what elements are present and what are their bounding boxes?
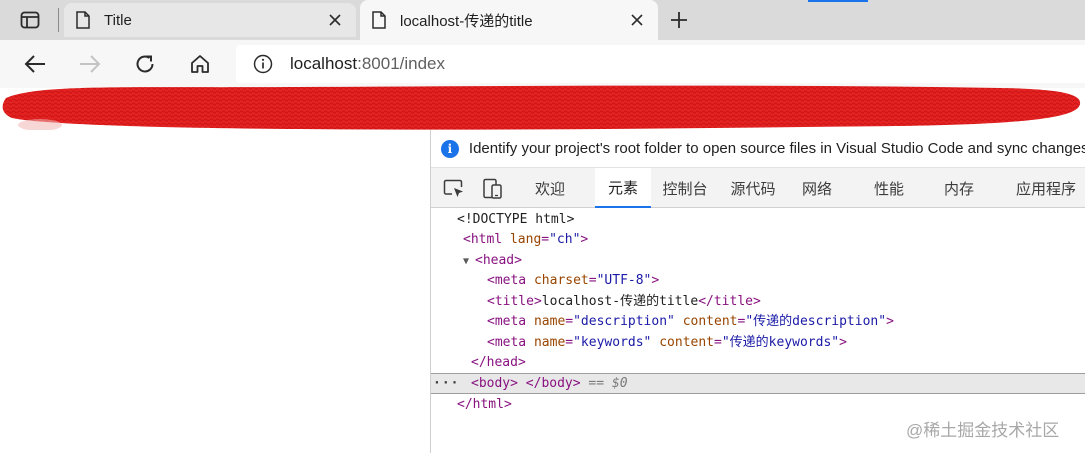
more-actions-icon[interactable]: ··· <box>433 374 459 394</box>
tab-title: localhost-传递的title <box>400 12 533 30</box>
watermark: @稀土掘金技术社区 <box>906 421 1060 440</box>
tag-name: head <box>482 253 515 268</box>
title-text: localhost-传递的title <box>541 294 699 309</box>
dom-node-meta-charset[interactable]: <meta charset="UTF-8"> <box>431 271 1085 291</box>
doctype-text: <!DOCTYPE html> <box>457 212 575 227</box>
attr-name: lang <box>509 232 542 247</box>
tab-strip-accent <box>808 0 868 2</box>
selected-node-ref: == $0 <box>588 376 628 391</box>
home-icon <box>191 55 209 73</box>
workspaces-icon <box>20 11 40 29</box>
attr-value: "ch" <box>549 232 581 247</box>
tab-performance[interactable]: 性能 <box>867 168 911 208</box>
dom-node-body-selected[interactable]: ··· <body> </body> == $0 <box>431 373 1085 394</box>
browser-tab-title[interactable]: Title <box>64 3 356 37</box>
dom-node-meta-description[interactable]: <meta name="description" content="传递的des… <box>431 312 1085 332</box>
reload-icon <box>136 55 154 73</box>
url-text: localhost:8001/index <box>290 54 445 74</box>
tab-memory[interactable]: 内存 <box>937 168 981 208</box>
tag-name: html <box>470 232 503 247</box>
info-icon: i <box>441 139 459 158</box>
tab-console[interactable]: 控制台 <box>659 168 711 208</box>
attr-value: "UTF-8" <box>596 273 652 288</box>
back-button[interactable] <box>20 49 50 79</box>
redaction-scribble <box>2 85 1081 131</box>
close-icon <box>631 14 643 26</box>
dom-node-html-close[interactable]: </html> <box>431 395 1085 415</box>
devtools-tab-bar: 欢迎 元素 控制台 源代码 网络 性能 内存 应用程序 <box>431 168 1085 208</box>
tab-elements[interactable]: 元素 <box>595 168 651 208</box>
page-viewport <box>0 130 430 453</box>
dom-node-meta-keywords[interactable]: <meta name="keywords" content="传递的keywor… <box>431 333 1085 353</box>
dom-node-html[interactable]: <html lang="ch"> <box>431 230 1085 250</box>
site-info-icon[interactable] <box>252 53 274 75</box>
home-button[interactable] <box>185 49 215 79</box>
tab-welcome[interactable]: 欢迎 <box>527 168 573 208</box>
device-emulation-button[interactable] <box>481 178 503 200</box>
dom-node-title[interactable]: <title>localhost-传递的title</title> <box>431 292 1085 312</box>
new-tab-button[interactable] <box>664 7 694 33</box>
tab-strip: Title localhost-传递的title <box>0 0 1085 40</box>
close-tab-button[interactable] <box>622 5 652 35</box>
infobar-message: Identify your project's root folder to o… <box>468 140 1085 157</box>
arrow-right-icon <box>80 55 101 73</box>
page-icon <box>76 10 92 30</box>
attr-name: charset <box>533 273 589 288</box>
inspect-element-button[interactable] <box>443 178 465 200</box>
tab-sources[interactable]: 源代码 <box>727 168 779 208</box>
attr-value: "keywords" <box>573 335 652 350</box>
attr-value: "传递的description" <box>745 314 887 329</box>
tab-application[interactable]: 应用程序 <box>1011 168 1081 208</box>
close-tab-button[interactable] <box>320 5 350 35</box>
device-icon <box>483 178 502 199</box>
dom-node-doctype[interactable]: <!DOCTYPE html> <box>431 210 1085 230</box>
url-path: :8001/index <box>357 54 446 73</box>
devtools-infobar: i Identify your project's root folder to… <box>431 130 1085 168</box>
tab-title: Title <box>104 11 132 29</box>
arrow-left-icon <box>24 55 45 73</box>
plus-icon <box>671 12 687 28</box>
tab-separator <box>58 8 59 32</box>
dom-node-head-close[interactable]: </head> <box>431 353 1085 373</box>
inspect-icon <box>443 179 463 197</box>
close-icon <box>329 14 341 26</box>
url-host: localhost <box>290 54 358 73</box>
devtools-panel: i Identify your project's root folder to… <box>430 130 1085 453</box>
forward-button[interactable] <box>75 49 105 79</box>
dom-node-head[interactable]: ▼ <head> <box>431 251 1085 271</box>
reload-button[interactable] <box>130 49 160 79</box>
page-icon <box>372 10 388 30</box>
browser-tab-localhost[interactable]: localhost-传递的title <box>360 0 658 40</box>
workspaces-button[interactable] <box>12 8 48 32</box>
expand-triangle-icon[interactable]: ▼ <box>463 252 475 272</box>
tab-network[interactable]: 网络 <box>795 168 839 208</box>
attr-value: "description" <box>573 314 675 329</box>
attr-value: "传递的keywords" <box>721 335 840 350</box>
